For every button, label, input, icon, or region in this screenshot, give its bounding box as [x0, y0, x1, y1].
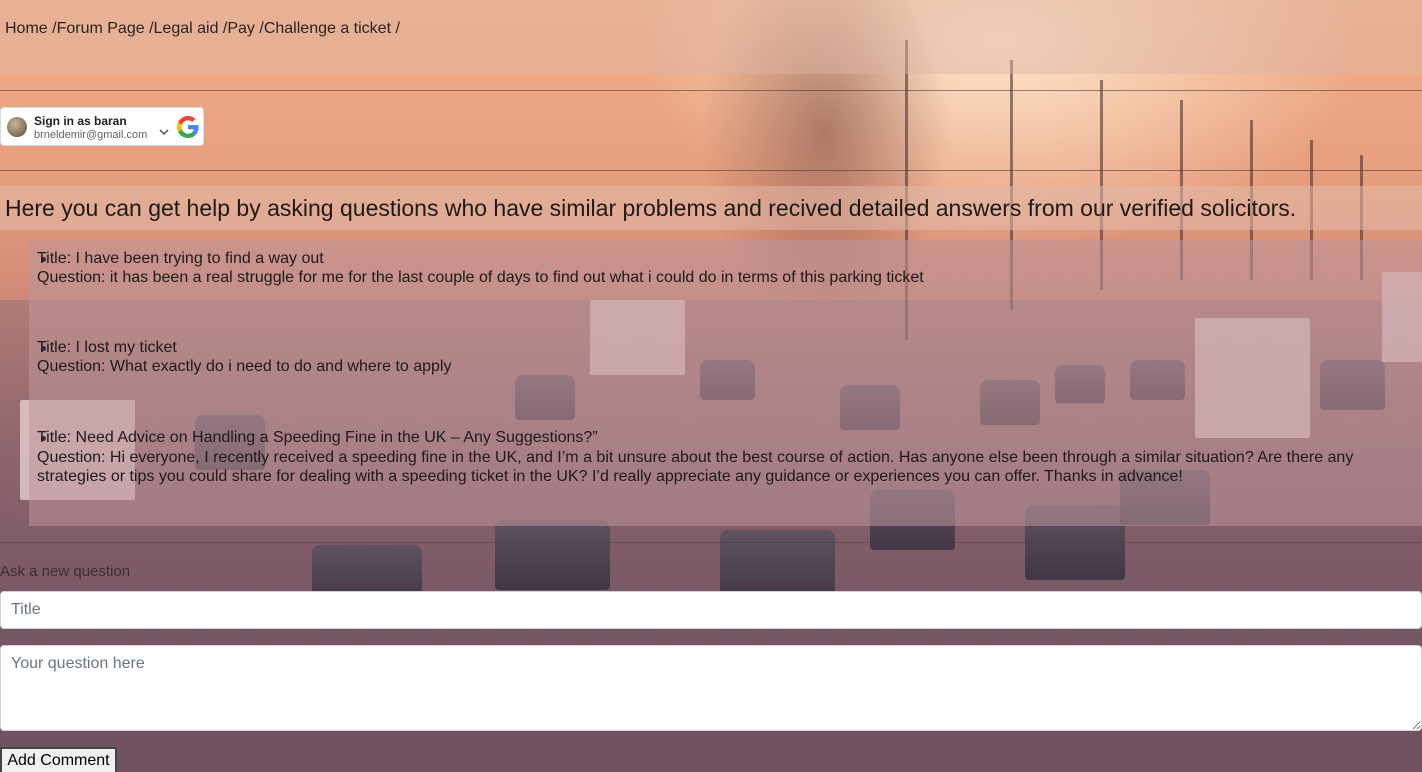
breadcrumb: Home /Forum Page /Legal aid /Pay /Challe…	[5, 20, 400, 38]
signin-name: Sign in as baran	[34, 114, 127, 128]
divider	[0, 542, 1422, 543]
question-title: Title: Need Advice on Handling a Speedin…	[37, 429, 598, 446]
avatar	[7, 117, 27, 137]
question-text: Question: it has been a real struggle fo…	[37, 269, 924, 286]
question-title: Title: I lost my ticket	[37, 339, 177, 356]
question-textarea[interactable]	[0, 645, 1422, 731]
question-list: Title: I have been trying to find a way …	[29, 240, 1422, 526]
title-input[interactable]	[0, 591, 1422, 629]
breadcrumb-forum-page[interactable]: Forum Page /	[57, 20, 154, 37]
breadcrumb-pay[interactable]: Pay /	[227, 20, 263, 37]
signin-email: brneldemir@gmail.com	[34, 129, 148, 141]
breadcrumb-legal-aid[interactable]: Legal aid /	[154, 20, 228, 37]
chevron-down-icon[interactable]	[159, 128, 169, 136]
question-text: Question: What exactly do i need to do a…	[37, 358, 452, 375]
question-text: Question: Hi everyone, I recently receiv…	[37, 449, 1354, 485]
breadcrumb-home[interactable]: Home /	[5, 20, 57, 37]
question-title: Title: I have been trying to find a way …	[37, 250, 324, 267]
page-heading: Here you can get help by asking question…	[5, 195, 1297, 221]
divider	[0, 170, 1422, 171]
divider	[0, 90, 1422, 91]
google-logo-icon	[177, 116, 199, 138]
add-comment-button[interactable]: Add Comment	[0, 747, 117, 772]
breadcrumb-challenge-ticket[interactable]: Challenge a ticket /	[264, 20, 400, 37]
google-signin-button[interactable]: Sign in as baran brneldemir@gmail.com	[0, 107, 204, 146]
ask-question-label: Ask a new question	[0, 563, 131, 580]
